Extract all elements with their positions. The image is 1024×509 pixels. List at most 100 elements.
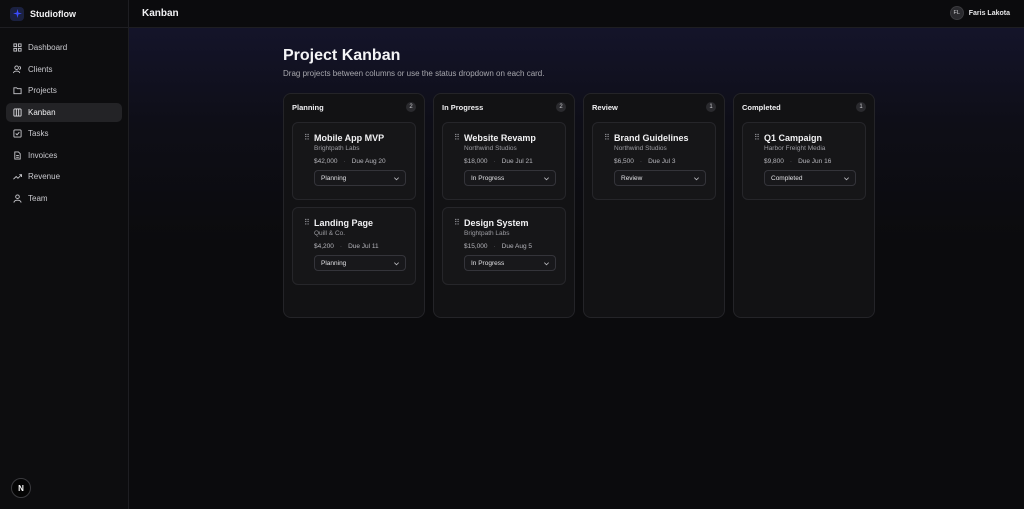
sidebar-item-label: Kanban [28, 107, 56, 117]
topbar: Kanban FL Faris Lakota [129, 0, 1024, 28]
card-title: Design System [464, 218, 529, 228]
sidebar-item-tasks[interactable]: Tasks [6, 124, 122, 143]
kanban-column-in-progress[interactable]: In Progress 2 ⠿ Website Revamp Northwind… [433, 93, 575, 318]
column-title: In Progress [442, 102, 484, 112]
chevron-down-icon [844, 177, 849, 181]
sidebar-item-label: Clients [28, 64, 53, 74]
project-card[interactable]: ⠿ Landing Page Quill & Co. $4,200 · Due … [292, 207, 416, 285]
separator-dot: · [639, 158, 643, 165]
sidebar-item-dashboard[interactable]: Dashboard [6, 38, 122, 57]
separator-dot: · [343, 158, 346, 165]
status-dropdown[interactable]: In Progress [464, 255, 556, 271]
sidebar-item-label: Tasks [28, 129, 49, 138]
card-client: Brightpath Labs [314, 145, 360, 152]
grid-icon [12, 43, 22, 53]
page-subtitle: Drag projects between columns or use the… [283, 69, 545, 78]
check-square-icon [12, 129, 22, 139]
column-header: In Progress 2 [434, 94, 574, 120]
card-meta: $6,500 · Due Jul 3 [614, 158, 676, 165]
drag-handle-icon[interactable]: ⠿ [604, 134, 610, 142]
card-due: Due Jul 3 [648, 158, 676, 165]
chevron-down-icon [544, 177, 549, 181]
separator-dot: · [493, 158, 496, 165]
avatar: FL [949, 6, 964, 20]
sidebar-item-label: Projects [28, 86, 57, 95]
card-due: Due Jul 21 [501, 158, 533, 165]
card-meta: $9,800 · Due Jun 16 [764, 158, 831, 165]
separator-dot: · [789, 158, 793, 165]
sidebar-item-kanban[interactable]: Kanban [6, 102, 122, 122]
card-due: Due Aug 5 [501, 243, 533, 250]
card-meta: $42,000 · Due Aug 20 [314, 158, 386, 165]
brand[interactable]: Studioflow [0, 0, 128, 28]
card-title: Q1 Campaign [764, 133, 823, 143]
page-title: Project Kanban [283, 47, 401, 64]
card-amount: $9,800 [764, 158, 784, 165]
project-card[interactable]: ⠿ Design System Brightpath Labs $15,000 … [442, 207, 566, 285]
drag-handle-icon[interactable]: ⠿ [754, 134, 760, 142]
sidebar-item-label: Dashboard [28, 43, 68, 52]
drag-handle-icon[interactable]: ⠿ [454, 219, 460, 227]
card-title: Website Revamp [464, 133, 536, 143]
kanban-column-planning[interactable]: Planning 2 ⠿ Mobile App MVP Brightpath L… [283, 93, 425, 318]
sidebar-item-clients[interactable]: Clients [6, 60, 122, 79]
status-value: Planning [321, 174, 347, 182]
column-title: Review [592, 102, 618, 112]
status-dropdown[interactable]: Completed [764, 170, 856, 186]
sidebar-item-revenue[interactable]: Revenue [6, 167, 122, 186]
sidebar-item-projects[interactable]: Projects [6, 81, 122, 100]
file-icon [12, 150, 22, 160]
trending-up-icon [12, 172, 22, 182]
column-title: Planning [292, 102, 324, 112]
card-meta: $18,000 · Due Jul 21 [464, 158, 533, 165]
chevron-down-icon [394, 262, 399, 266]
column-count-badge: 1 [856, 102, 866, 112]
drag-handle-icon[interactable]: ⠿ [454, 134, 460, 142]
status-dropdown[interactable]: Review [614, 170, 706, 186]
chevron-down-icon [694, 177, 699, 181]
project-card[interactable]: ⠿ Mobile App MVP Brightpath Labs $42,000… [292, 122, 416, 200]
drag-handle-icon[interactable]: ⠿ [304, 219, 310, 227]
status-dropdown[interactable]: Planning [314, 255, 406, 271]
status-value: Review [621, 174, 643, 182]
sidebar-item-invoices[interactable]: Invoices [6, 146, 122, 165]
card-due: Due Jul 11 [348, 243, 379, 250]
card-meta: $15,000 · Due Aug 5 [464, 243, 532, 250]
status-value: Completed [771, 174, 803, 182]
column-header: Planning 2 [284, 94, 424, 120]
project-card[interactable]: ⠿ Q1 Campaign Harbor Freight Media $9,80… [742, 122, 866, 200]
card-title: Brand Guidelines [614, 133, 689, 143]
kanban-board: Planning 2 ⠿ Mobile App MVP Brightpath L… [283, 93, 883, 318]
sidebar-item-team[interactable]: Team [6, 189, 122, 208]
users-icon [12, 64, 22, 74]
card-amount: $42,000 [314, 158, 338, 165]
brand-name: Studioflow [30, 8, 76, 19]
status-dropdown[interactable]: In Progress [464, 170, 556, 186]
status-value: In Progress [471, 174, 505, 182]
card-amount: $6,500 [614, 158, 634, 165]
main-content: Project Kanban Drag projects between col… [129, 28, 1024, 509]
project-card[interactable]: ⠿ Brand Guidelines Northwind Studios $6,… [592, 122, 716, 200]
card-client: Brightpath Labs [464, 230, 510, 237]
card-amount: $4,200 [314, 243, 334, 250]
status-value: In Progress [471, 259, 505, 267]
user-menu[interactable]: FL Faris Lakota [949, 6, 1010, 20]
column-count-badge: 2 [556, 102, 566, 112]
card-title: Landing Page [314, 218, 374, 228]
framework-badge[interactable]: N [11, 478, 31, 498]
kanban-column-review[interactable]: Review 1 ⠿ Brand Guidelines Northwind St… [583, 93, 725, 318]
sidebar-item-label: Team [28, 193, 48, 203]
project-card[interactable]: ⠿ Website Revamp Northwind Studios $18,0… [442, 122, 566, 200]
card-client: Northwind Studios [614, 145, 667, 152]
column-count-badge: 1 [706, 102, 716, 112]
separator-dot: · [493, 243, 496, 250]
kanban-column-completed[interactable]: Completed 1 ⠿ Q1 Campaign Harbor Freight… [733, 93, 875, 318]
card-due: Due Jun 16 [798, 158, 832, 165]
status-dropdown[interactable]: Planning [314, 170, 406, 186]
drag-handle-icon[interactable]: ⠿ [304, 134, 310, 142]
sidebar-item-label: Invoices [28, 150, 58, 160]
column-count-badge: 2 [406, 102, 416, 112]
separator-dot: · [339, 243, 343, 250]
card-client: Northwind Studios [464, 145, 517, 152]
chevron-down-icon [394, 177, 399, 181]
